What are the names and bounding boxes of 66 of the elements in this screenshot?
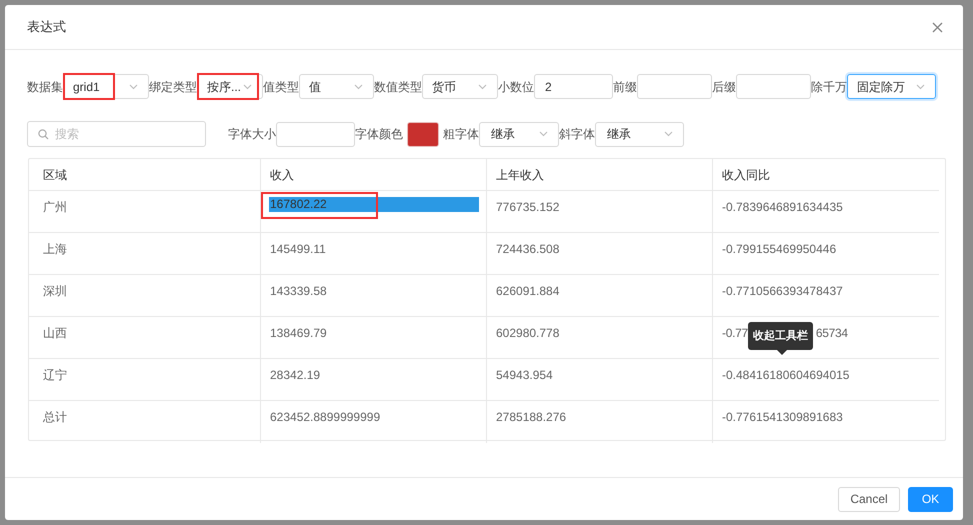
- caret-icon: [916, 84, 925, 90]
- table-cell: -0.7839646891634435: [712, 191, 939, 232]
- field-label: 斜字体: [559, 126, 595, 143]
- table-cell-text: 深圳: [42, 283, 68, 300]
- close-icon[interactable]: [932, 22, 943, 32]
- select-field[interactable]: 按序...: [197, 74, 263, 99]
- field-label: 数据集: [27, 78, 63, 96]
- column-header: 上年收入: [486, 159, 712, 190]
- select-field[interactable]: 值: [299, 74, 374, 99]
- input-field[interactable]: [736, 74, 811, 99]
- table-cell: 138469.79: [260, 317, 486, 358]
- table-cell: 623452.8899999999: [260, 401, 486, 443]
- select-field[interactable]: grid1: [63, 74, 149, 99]
- table-cell: 54943.954: [486, 359, 712, 400]
- table-cell: 626091.884: [486, 275, 712, 316]
- table-cell-text: 山西: [42, 325, 68, 342]
- field-label: 粗字体: [443, 126, 479, 143]
- table-cell: -0.48416180604694015: [712, 359, 939, 400]
- tooltip-pointer-icon: [777, 350, 787, 355]
- input-field[interactable]: 2: [534, 74, 613, 99]
- column-header: 收入: [260, 159, 486, 190]
- table-cell-text: 总计: [42, 409, 68, 426]
- table-cell: 602980.778: [486, 317, 712, 358]
- field-label: 除千万: [811, 78, 847, 96]
- table-cell: 143339.58: [260, 275, 486, 316]
- table-cell-text: 广州: [42, 199, 68, 216]
- table-cell: 2785188.276: [486, 401, 712, 443]
- cell-text-fragment: -0.77: [722, 326, 748, 340]
- table-cell: 145499.11: [260, 233, 486, 274]
- table-cell: 28342.19: [260, 359, 486, 400]
- color-swatch[interactable]: [407, 122, 439, 146]
- search-icon: [38, 128, 49, 140]
- input-field[interactable]: [637, 74, 712, 99]
- field-label: 值类型: [263, 78, 299, 96]
- table-cell: 724436.508: [486, 233, 712, 274]
- dialog-title: 表达式: [27, 18, 66, 36]
- table-cell-text: 辽宁: [42, 367, 68, 384]
- column-header: 区域: [42, 166, 68, 184]
- field-label: 字体颜色: [355, 126, 403, 143]
- caret-icon: [129, 84, 138, 90]
- select-field[interactable]: 固定除万: [847, 74, 936, 99]
- selected-cell[interactable]: 167802.22: [269, 197, 479, 212]
- caret-icon: [478, 84, 487, 90]
- caret-icon: [664, 131, 673, 137]
- tooltip: 收起工具栏: [748, 322, 813, 350]
- table-cell: 776735.152: [486, 191, 712, 232]
- field-label: 小数位: [498, 78, 534, 96]
- select-field[interactable]: 继承: [479, 122, 559, 146]
- input-field[interactable]: [276, 122, 355, 146]
- caret-icon: [243, 84, 252, 90]
- select-field[interactable]: 货币: [422, 74, 498, 99]
- select-field[interactable]: 继承: [595, 122, 684, 146]
- caret-icon: [354, 84, 363, 90]
- column-header: 收入同比: [712, 159, 939, 190]
- field-label: 前缀: [613, 78, 637, 96]
- field-label: 字体大小: [228, 126, 276, 143]
- field-label: 数值类型: [374, 78, 422, 96]
- caret-icon: [539, 131, 548, 137]
- table-cell: -0.7761541309891683: [712, 401, 939, 443]
- field-label: 绑定类型: [149, 78, 197, 96]
- table-cell: -0.7710566393478437: [712, 275, 939, 316]
- field-label: 后缀: [712, 78, 736, 96]
- cancel-button[interactable]: Cancel: [838, 486, 900, 512]
- cell-text-fragment: 65734: [816, 326, 848, 340]
- table-cell-text: 上海: [42, 241, 68, 258]
- table-cell: -0.799155469950446: [712, 233, 939, 274]
